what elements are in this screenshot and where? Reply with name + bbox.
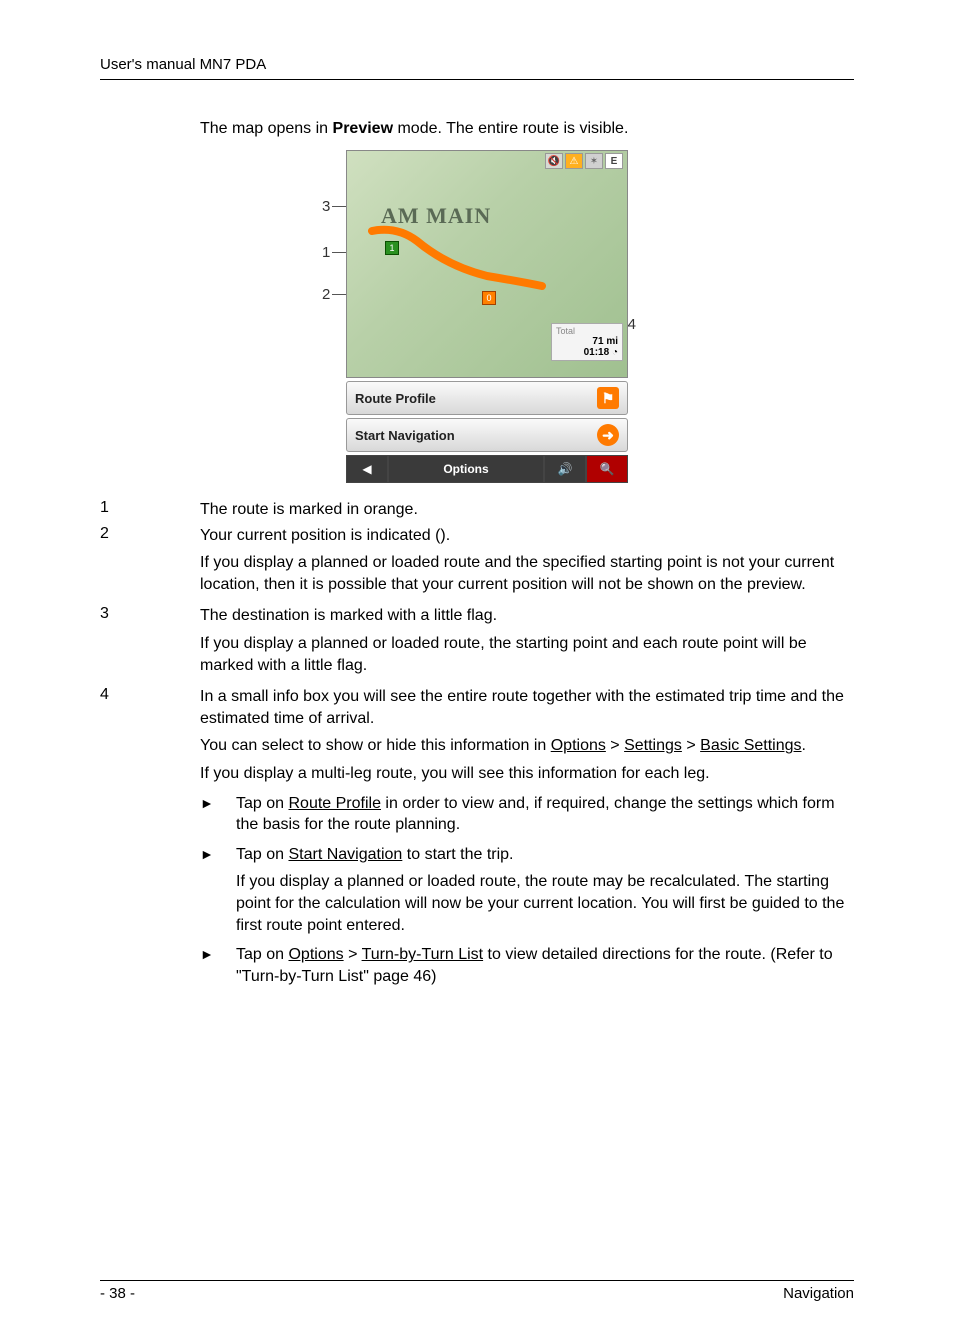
go-arrow-icon: ➜ — [597, 424, 619, 446]
page-footer: - 38 - Navigation — [100, 1280, 854, 1302]
map-status-icons: 🔇 ⚠ ✶ E — [545, 153, 623, 169]
destination-flag-icon: 0 — [482, 291, 496, 305]
b2-u: Start Navigation — [288, 846, 402, 863]
bullet-2: Tap on Start Navigation to start the tri… — [236, 844, 854, 866]
callout-1: 1 — [322, 244, 330, 261]
list-text-1: The route is marked in orange. — [200, 499, 854, 521]
b2-post: to start the trip. — [402, 846, 513, 863]
options-button[interactable]: Options — [388, 455, 544, 483]
energy-icon: E — [605, 153, 623, 169]
start-navigation-label: Start Navigation — [355, 428, 455, 443]
bullet-marker: ► — [200, 844, 236, 866]
bullet-1: Tap on Route Profile in order to view an… — [236, 793, 854, 836]
p4a-m2: > — [682, 737, 700, 754]
b3-u1: Options — [288, 946, 343, 963]
footer-page-number: - 38 - — [100, 1285, 135, 1302]
start-navigation-button[interactable]: Start Navigation ➜ — [346, 418, 628, 452]
b1-pre: Tap on — [236, 795, 288, 812]
infobox-time: 01:18 — [584, 347, 610, 358]
screenshot-figure: 3 1 2 4 🔇 ⚠ ✶ E AM MAIN 1 0 — [100, 150, 854, 483]
infobox-label: Total — [556, 326, 618, 336]
bullet-3: Tap on Options > Turn-by-Turn List to vi… — [236, 944, 854, 987]
page-header: User's manual MN7 PDA — [100, 56, 854, 80]
intro-line: The map opens in Preview mode. The entir… — [200, 120, 854, 138]
volume-button[interactable]: 🔊 — [544, 455, 586, 483]
p4a-m1: > — [606, 737, 624, 754]
list-para-4b: If you display a multi-leg route, you wi… — [200, 763, 854, 785]
back-button[interactable]: ◀ — [346, 455, 388, 483]
intro-bold: Preview — [333, 120, 393, 137]
magnifier-icon: 🔍 — [600, 462, 615, 476]
intro-post: mode. The entire route is visible. — [393, 120, 628, 137]
list-number-4: 4 — [100, 686, 200, 729]
route-profile-button[interactable]: Route Profile ⚑ — [346, 381, 628, 415]
speaker-icon: 🔊 — [558, 462, 573, 476]
callout-2: 2 — [322, 286, 330, 303]
bullet-marker: ► — [200, 944, 236, 987]
list-para-4a: You can select to show or hide this info… — [200, 735, 854, 757]
start-flag-icon: 1 — [385, 241, 399, 255]
b2-pre: Tap on — [236, 846, 288, 863]
p4a-u1: Options — [551, 737, 606, 754]
list-number-2: 2 — [100, 525, 200, 547]
intro-pre: The map opens in — [200, 120, 333, 137]
mute-icon: 🔇 — [545, 153, 563, 169]
back-arrow-icon: ◀ — [362, 462, 371, 476]
map-preview: 🔇 ⚠ ✶ E AM MAIN 1 0 Total 71 mi 01:18 ◔ — [346, 150, 628, 378]
bullet-2-sub: If you display a planned or loaded route… — [236, 871, 854, 936]
list-text-4: In a small info box you will see the ent… — [200, 686, 854, 729]
b1-u: Route Profile — [288, 795, 381, 812]
footer-section: Navigation — [783, 1285, 854, 1302]
search-button[interactable]: 🔍 — [586, 455, 628, 483]
p4a-post: . — [802, 737, 806, 754]
list-text-2: Your current position is indicated (). — [200, 525, 854, 547]
bullet-marker: ► — [200, 793, 236, 836]
route-polyline — [367, 221, 547, 291]
b3-mid: > — [344, 946, 362, 963]
list-para-3: If you display a planned or loaded route… — [200, 633, 854, 676]
callout-4: 4 — [628, 316, 636, 333]
clock-icon: ◔ — [612, 347, 618, 358]
b3-pre: Tap on — [236, 946, 288, 963]
p4a-u3: Basic Settings — [700, 737, 801, 754]
list-para-2: If you display a planned or loaded route… — [200, 552, 854, 595]
route-profile-label: Route Profile — [355, 391, 436, 406]
p4a-u2: Settings — [624, 737, 682, 754]
p4a-pre: You can select to show or hide this info… — [200, 737, 551, 754]
callout-3: 3 — [322, 198, 330, 215]
satellite-icon: ✶ — [585, 153, 603, 169]
warning-icon: ⚠ — [565, 153, 583, 169]
infobox-distance: 71 — [592, 336, 603, 347]
list-text-3: The destination is marked with a little … — [200, 605, 854, 627]
b3-u2: Turn-by-Turn List — [362, 946, 484, 963]
list-number-3: 3 — [100, 605, 200, 627]
route-infobox: Total 71 mi 01:18 ◔ — [551, 323, 623, 361]
list-number-1: 1 — [100, 499, 200, 521]
infobox-distance-unit: mi — [606, 336, 618, 347]
flag-icon: ⚑ — [597, 387, 619, 409]
